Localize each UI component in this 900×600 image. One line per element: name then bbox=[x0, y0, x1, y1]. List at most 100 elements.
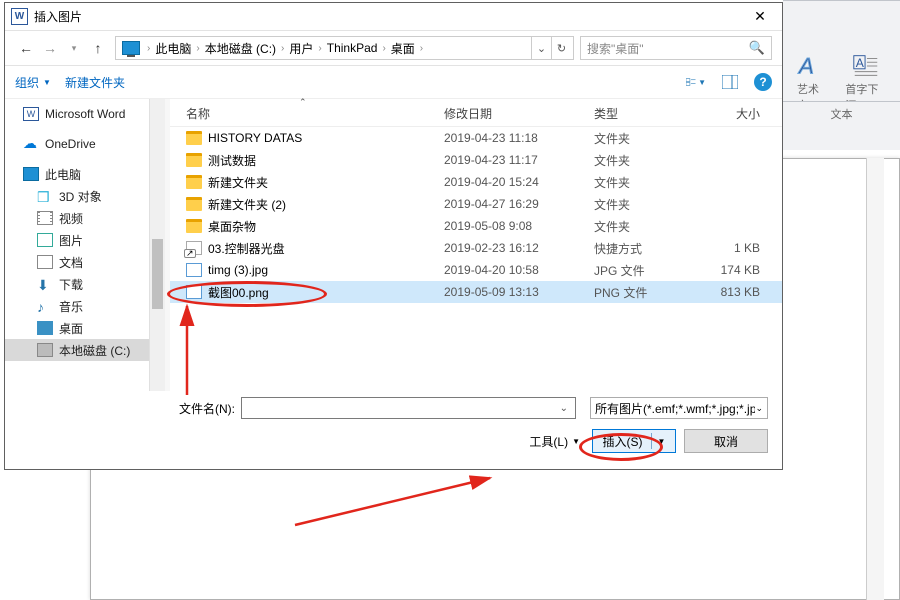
tree-item[interactable]: 桌面 bbox=[5, 317, 165, 339]
tree-item-label: 视频 bbox=[59, 210, 83, 227]
tree-item[interactable]: ☁OneDrive bbox=[5, 133, 165, 155]
tree-item-label: OneDrive bbox=[45, 137, 96, 151]
nav-history-button[interactable]: ▾ bbox=[63, 37, 85, 59]
file-date: 2019-02-23 16:12 bbox=[428, 241, 578, 255]
fld-icon bbox=[186, 197, 202, 211]
close-icon: ✕ bbox=[754, 8, 766, 25]
tree-item[interactable]: 图片 bbox=[5, 229, 165, 251]
file-row[interactable]: 03.控制器光盘2019-02-23 16:12快捷方式1 KB bbox=[170, 237, 782, 259]
dialog-bottom-panel: 文件名(N): ⌄ 所有图片(*.emf;*.wmf;*.jpg;*.jpeg;… bbox=[5, 391, 782, 469]
vertical-scrollbar[interactable] bbox=[866, 158, 884, 600]
file-date: 2019-04-23 11:18 bbox=[428, 131, 578, 145]
insert-button[interactable]: 插入(S) ▼ bbox=[592, 429, 676, 453]
tree-item-label: Microsoft Word bbox=[45, 107, 125, 121]
breadcrumb-item[interactable]: ThinkPad bbox=[325, 41, 380, 55]
chevron-down-icon: ▼ bbox=[572, 437, 580, 446]
tree-item-label: 此电脑 bbox=[45, 166, 81, 183]
file-row[interactable]: 新建文件夹2019-04-20 15:24文件夹 bbox=[170, 171, 782, 193]
nav-fwd-button[interactable]: → bbox=[39, 37, 61, 59]
breadcrumb-item[interactable]: 桌面 bbox=[389, 40, 417, 57]
help-button[interactable]: ? bbox=[754, 73, 772, 91]
search-placeholder: 搜索"桌面" bbox=[587, 40, 644, 57]
chevron-right-icon[interactable]: › bbox=[193, 43, 202, 54]
file-row[interactable]: 测试数据2019-04-23 11:17文件夹 bbox=[170, 149, 782, 171]
tree-scrollbar[interactable] bbox=[149, 99, 165, 391]
filetype-label: 所有图片(*.emf;*.wmf;*.jpg;*.jpeg;*.jfif;*.j… bbox=[595, 400, 755, 417]
fld-icon bbox=[186, 153, 202, 167]
chevron-right-icon[interactable]: › bbox=[315, 43, 324, 54]
tree-item[interactable]: 文档 bbox=[5, 251, 165, 273]
file-date: 2019-04-20 10:58 bbox=[428, 263, 578, 277]
organize-button[interactable]: 组织▼ bbox=[15, 74, 51, 91]
search-input[interactable]: 搜索"桌面" 🔍 bbox=[580, 36, 772, 60]
word-ribbon-background: A 艺术字 A 首字下沉 文本 bbox=[783, 0, 900, 150]
png-icon bbox=[186, 285, 202, 299]
file-type: 文件夹 bbox=[578, 196, 688, 213]
breadcrumb-bar[interactable]: › 此电脑 › 本地磁盘 (C:) › 用户 › ThinkPad › 桌面 ›… bbox=[115, 36, 574, 60]
tree-item[interactable]: ❒3D 对象 bbox=[5, 185, 165, 207]
close-button[interactable]: ✕ bbox=[738, 3, 782, 31]
address-dropdown-button[interactable]: ⌄ bbox=[531, 37, 551, 59]
nav-up-button[interactable]: ↑ bbox=[87, 37, 109, 59]
tree-item[interactable]: 视频 bbox=[5, 207, 165, 229]
jpg-icon bbox=[186, 263, 202, 277]
col-name[interactable]: 名称 bbox=[170, 99, 428, 126]
tree-item-label: 下载 bbox=[59, 276, 83, 293]
file-name: 测试数据 bbox=[208, 152, 256, 169]
file-type: 文件夹 bbox=[578, 218, 688, 235]
file-name: 桌面杂物 bbox=[208, 218, 256, 235]
col-size[interactable]: 大小 bbox=[688, 99, 782, 126]
folder-tree[interactable]: WMicrosoft Word ☁OneDrive 此电脑 ❒3D 对象视频图片文档 ⬇… bbox=[5, 99, 165, 391]
column-headers[interactable]: 名称 修改日期 类型 大小 bbox=[170, 99, 782, 127]
tree-item[interactable]: WMicrosoft Word bbox=[5, 103, 165, 125]
chevron-right-icon[interactable]: › bbox=[379, 43, 388, 54]
dialog-titlebar[interactable]: W 插入图片 ✕ bbox=[5, 3, 782, 31]
tree-item-label: 文档 bbox=[59, 254, 83, 271]
tree-item[interactable]: 此电脑 bbox=[5, 163, 165, 185]
tree-item-label: 音乐 bbox=[59, 298, 83, 315]
pc-icon bbox=[23, 167, 39, 181]
view-options-button[interactable]: ▼ bbox=[686, 72, 706, 92]
breadcrumb-item[interactable]: 此电脑 bbox=[153, 40, 193, 57]
file-date: 2019-05-08 9:08 bbox=[428, 219, 578, 233]
dl-icon: ⬇ bbox=[37, 277, 53, 291]
search-icon[interactable]: 🔍 bbox=[749, 40, 765, 56]
preview-pane-button[interactable] bbox=[720, 72, 740, 92]
chevron-right-icon[interactable]: › bbox=[278, 43, 287, 54]
filename-input[interactable] bbox=[241, 397, 576, 419]
col-type[interactable]: 类型 bbox=[578, 99, 688, 126]
newfolder-button[interactable]: 新建文件夹 bbox=[65, 74, 125, 91]
file-list-pane: 名称 修改日期 类型 大小 HISTORY DATAS2019-04-23 11… bbox=[170, 99, 782, 391]
file-row[interactable]: 新建文件夹 (2)2019-04-27 16:29文件夹 bbox=[170, 193, 782, 215]
tree-item[interactable]: ♪ 音乐 bbox=[5, 295, 165, 317]
file-date: 2019-05-09 13:13 bbox=[428, 285, 578, 299]
filetype-dropdown[interactable]: 所有图片(*.emf;*.wmf;*.jpg;*.jpeg;*.jfif;*.j… bbox=[590, 397, 768, 419]
breadcrumb-item[interactable]: 用户 bbox=[287, 40, 315, 57]
file-size: 1 KB bbox=[688, 241, 782, 255]
chevron-right-icon[interactable]: › bbox=[417, 43, 426, 54]
file-list[interactable]: HISTORY DATAS2019-04-23 11:18文件夹测试数据2019… bbox=[170, 127, 782, 303]
file-size: 813 KB bbox=[688, 285, 782, 299]
file-row[interactable]: 桌面杂物 2019-05-08 9:08文件夹 bbox=[170, 215, 782, 237]
file-row[interactable]: 截图00.png2019-05-09 13:13PNG 文件813 KB bbox=[170, 281, 782, 303]
file-row[interactable]: HISTORY DATAS2019-04-23 11:18文件夹 bbox=[170, 127, 782, 149]
tree-item-label: 图片 bbox=[59, 232, 83, 249]
tree-item[interactable]: 本地磁盘 (C:) bbox=[5, 339, 165, 361]
chevron-right-icon[interactable]: › bbox=[144, 43, 153, 54]
doc-icon bbox=[37, 255, 53, 269]
tree-item[interactable]: ⬇ 下载 bbox=[5, 273, 165, 295]
col-date[interactable]: 修改日期 bbox=[428, 99, 578, 126]
cancel-button[interactable]: 取消 bbox=[684, 429, 768, 453]
mus-icon: ♪ bbox=[37, 299, 53, 313]
tree-item-label: 本地磁盘 (C:) bbox=[59, 342, 130, 359]
chevron-down-icon: ⌄ bbox=[755, 403, 763, 414]
nav-back-button[interactable]: ← bbox=[15, 37, 37, 59]
refresh-button[interactable]: ↻ bbox=[551, 37, 571, 59]
desk-icon bbox=[37, 321, 53, 335]
this-pc-icon bbox=[122, 41, 140, 55]
file-row[interactable]: timg (3).jpg2019-04-20 10:58JPG 文件174 KB bbox=[170, 259, 782, 281]
tools-button[interactable]: 工具(L)▼ bbox=[529, 433, 580, 450]
pic-icon bbox=[37, 233, 53, 247]
breadcrumb-item[interactable]: 本地磁盘 (C:) bbox=[203, 40, 278, 57]
filename-label: 文件名(N): bbox=[179, 400, 235, 417]
